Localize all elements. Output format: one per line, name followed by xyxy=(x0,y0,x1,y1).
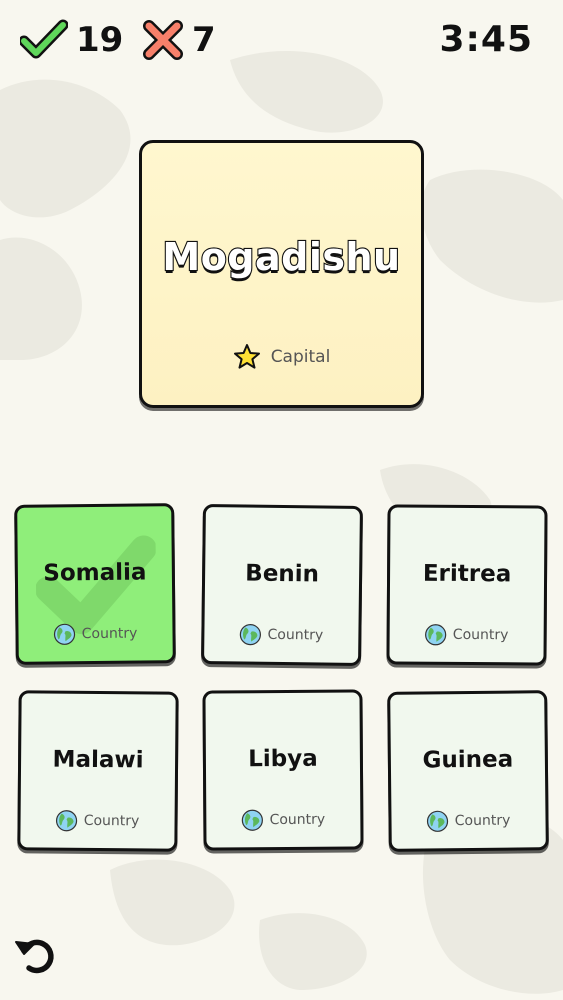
globe-icon xyxy=(241,809,264,831)
answer-name: Benin xyxy=(245,560,320,588)
answer-name: Guinea xyxy=(422,746,514,774)
answer-card-eritrea[interactable]: Eritrea Country xyxy=(386,504,548,666)
timer: 3:45 xyxy=(439,19,533,60)
answer-card-malawi[interactable]: Malawi Country xyxy=(17,690,179,852)
answer-type: Country xyxy=(206,808,360,831)
correct-count: 19 xyxy=(76,20,124,60)
prompt-card: Mogadishu Capital xyxy=(139,140,424,408)
cross-mark-icon xyxy=(143,20,183,60)
answer-type: Country xyxy=(390,623,544,646)
answer-name: Somalia xyxy=(43,559,147,587)
wrong-score: 7 xyxy=(142,18,216,62)
globe-icon xyxy=(427,810,449,832)
answer-card-libya[interactable]: Libya Country xyxy=(202,689,364,851)
globe-icon xyxy=(425,624,447,646)
answer-type-label: Country xyxy=(269,811,326,829)
prompt-type-label: Capital xyxy=(270,346,331,367)
answer-card-guinea[interactable]: Guinea Country xyxy=(387,690,549,852)
top-bar: 19 7 3:45 xyxy=(0,0,563,84)
answer-type-label: Country xyxy=(454,812,511,830)
answer-card-somalia[interactable]: Somalia Country xyxy=(14,503,176,665)
undo-button[interactable] xyxy=(12,930,62,980)
answer-name: Libya xyxy=(248,745,318,773)
answer-type: Country xyxy=(18,622,172,646)
undo-icon xyxy=(15,939,54,974)
answer-card-benin[interactable]: Benin Country xyxy=(201,504,363,666)
answer-type: Country xyxy=(20,809,174,832)
prompt-word: Mogadishu xyxy=(161,234,401,280)
globe-icon xyxy=(54,623,76,645)
globe-icon xyxy=(56,810,78,832)
answer-type-label: Country xyxy=(81,625,138,643)
answer-name: Eritrea xyxy=(422,560,512,588)
answer-type-label: Country xyxy=(83,812,140,830)
answer-type: Country xyxy=(391,809,545,833)
answer-type-label: Country xyxy=(267,626,324,644)
check-mark-icon xyxy=(20,19,68,59)
answer-type: Country xyxy=(204,623,358,647)
wrong-count: 7 xyxy=(192,20,216,60)
globe-icon xyxy=(239,624,262,646)
answer-name: Malawi xyxy=(52,746,144,774)
prompt-type: Capital xyxy=(142,343,421,370)
star-icon xyxy=(233,344,260,369)
answer-type-label: Country xyxy=(452,626,509,644)
correct-score: 19 xyxy=(20,18,123,62)
